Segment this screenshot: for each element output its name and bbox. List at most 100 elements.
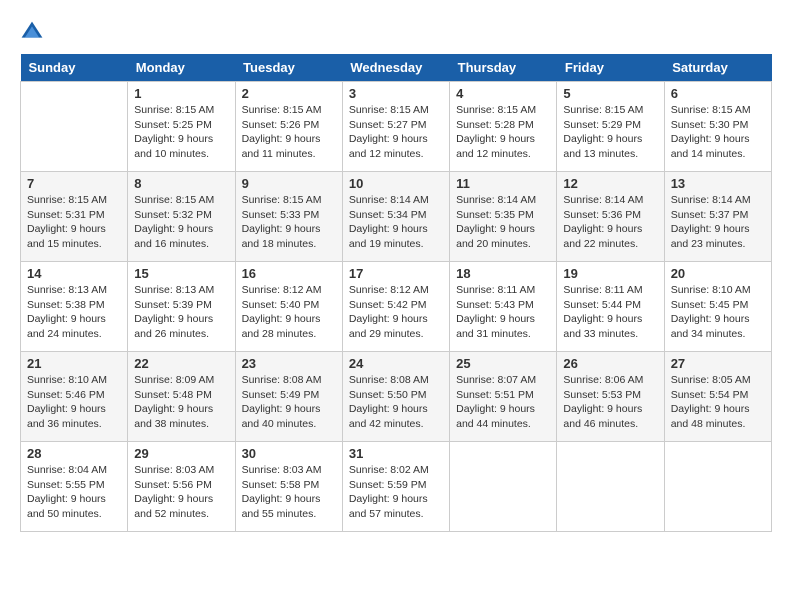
day-info: Sunrise: 8:04 AM Sunset: 5:55 PM Dayligh… [27,463,121,522]
day-info: Sunrise: 8:14 AM Sunset: 5:36 PM Dayligh… [563,193,657,252]
day-info: Sunrise: 8:03 AM Sunset: 5:56 PM Dayligh… [134,463,228,522]
logo [20,20,48,44]
weekday-header: Thursday [450,54,557,82]
calendar-cell: 15 Sunrise: 8:13 AM Sunset: 5:39 PM Dayli… [128,262,235,352]
day-number: 11 [456,176,550,191]
calendar-cell [450,442,557,532]
calendar-cell: 18Sunrise: 8:11 AM Sunset: 5:43 PM Dayli… [450,262,557,352]
day-number: 25 [456,356,550,371]
calendar-week-row: 1 Sunrise: 8:15 AM Sunset: 5:25 PM Daylig… [21,82,772,172]
calendar-week-row: 28Sunrise: 8:04 AM Sunset: 5:55 PM Dayli… [21,442,772,532]
calendar-cell: 1 Sunrise: 8:15 AM Sunset: 5:25 PM Daylig… [128,82,235,172]
weekday-header-row: SundayMondayTuesdayWednesdayThursdayFrid… [21,54,772,82]
calendar-cell: 5 Sunrise: 8:15 AM Sunset: 5:29 PM Daylig… [557,82,664,172]
calendar-cell: 3 Sunrise: 8:15 AM Sunset: 5:27 PM Daylig… [342,82,449,172]
day-number: 24 [349,356,443,371]
day-number: 16 [242,266,336,281]
day-number: 30 [242,446,336,461]
calendar-week-row: 21 Sunrise: 8:10 AM Sunset: 5:46 PM Dayli… [21,352,772,442]
day-info: Sunrise: 8:14 AM Sunset: 5:37 PM Dayligh… [671,193,765,252]
day-info: Sunrise: 8:15 AM Sunset: 5:25 PM Dayligh… [134,103,228,162]
calendar-cell: 22 Sunrise: 8:09 AM Sunset: 5:48 PM Dayli… [128,352,235,442]
day-info: Sunrise: 8:09 AM Sunset: 5:48 PM Dayligh… [134,373,228,432]
calendar-cell: 2 Sunrise: 8:15 AM Sunset: 5:26 PM Daylig… [235,82,342,172]
calendar-cell: 27 Sunrise: 8:05 AM Sunset: 5:54 PM Dayli… [664,352,771,442]
day-info: Sunrise: 8:15 AM Sunset: 5:31 PM Dayligh… [27,193,121,252]
day-number: 7 [27,176,121,191]
calendar-cell: 17Sunrise: 8:12 AM Sunset: 5:42 PM Dayli… [342,262,449,352]
day-info: Sunrise: 8:14 AM Sunset: 5:34 PM Dayligh… [349,193,443,252]
day-number: 22 [134,356,228,371]
calendar-cell [557,442,664,532]
day-info: Sunrise: 8:10 AM Sunset: 5:45 PM Dayligh… [671,283,765,342]
day-number: 19 [563,266,657,281]
day-info: Sunrise: 8:13 AM Sunset: 5:38 PM Dayligh… [27,283,121,342]
day-info: Sunrise: 8:15 AM Sunset: 5:27 PM Dayligh… [349,103,443,162]
day-number: 15 [134,266,228,281]
day-info: Sunrise: 8:07 AM Sunset: 5:51 PM Dayligh… [456,373,550,432]
weekday-header: Tuesday [235,54,342,82]
calendar-cell: 30 Sunrise: 8:03 AM Sunset: 5:58 PM Dayli… [235,442,342,532]
day-number: 6 [671,86,765,101]
logo-icon [20,20,44,44]
day-info: Sunrise: 8:13 AM Sunset: 5:39 PM Dayligh… [134,283,228,342]
day-number: 4 [456,86,550,101]
day-number: 23 [242,356,336,371]
calendar-cell: 10 Sunrise: 8:14 AM Sunset: 5:34 PM Dayli… [342,172,449,262]
weekday-header: Wednesday [342,54,449,82]
calendar-cell [664,442,771,532]
day-info: Sunrise: 8:11 AM Sunset: 5:44 PM Dayligh… [563,283,657,342]
calendar-cell: 26 Sunrise: 8:06 AM Sunset: 5:53 PM Dayli… [557,352,664,442]
weekday-header: Sunday [21,54,128,82]
calendar-cell: 16 Sunrise: 8:12 AM Sunset: 5:40 PM Dayli… [235,262,342,352]
day-number: 18 [456,266,550,281]
weekday-header: Friday [557,54,664,82]
day-info: Sunrise: 8:08 AM Sunset: 5:50 PM Dayligh… [349,373,443,432]
day-number: 2 [242,86,336,101]
calendar-cell: 20 Sunrise: 8:10 AM Sunset: 5:45 PM Dayli… [664,262,771,352]
day-number: 14 [27,266,121,281]
calendar-cell: 4 Sunrise: 8:15 AM Sunset: 5:28 PM Daylig… [450,82,557,172]
calendar-cell: 24 Sunrise: 8:08 AM Sunset: 5:50 PM Dayli… [342,352,449,442]
weekday-header: Saturday [664,54,771,82]
day-info: Sunrise: 8:06 AM Sunset: 5:53 PM Dayligh… [563,373,657,432]
calendar-cell: 21 Sunrise: 8:10 AM Sunset: 5:46 PM Dayli… [21,352,128,442]
day-info: Sunrise: 8:15 AM Sunset: 5:29 PM Dayligh… [563,103,657,162]
day-info: Sunrise: 8:15 AM Sunset: 5:30 PM Dayligh… [671,103,765,162]
day-number: 1 [134,86,228,101]
day-number: 26 [563,356,657,371]
calendar-table: SundayMondayTuesdayWednesdayThursdayFrid… [20,54,772,532]
day-number: 5 [563,86,657,101]
day-number: 27 [671,356,765,371]
day-number: 13 [671,176,765,191]
calendar-cell: 13 Sunrise: 8:14 AM Sunset: 5:37 PM Dayli… [664,172,771,262]
day-number: 10 [349,176,443,191]
calendar-cell: 9Sunrise: 8:15 AM Sunset: 5:33 PM Daylig… [235,172,342,262]
day-number: 21 [27,356,121,371]
calendar-cell: 7 Sunrise: 8:15 AM Sunset: 5:31 PM Daylig… [21,172,128,262]
header [20,20,772,44]
day-number: 12 [563,176,657,191]
calendar-week-row: 14 Sunrise: 8:13 AM Sunset: 5:38 PM Dayli… [21,262,772,352]
calendar-cell: 28Sunrise: 8:04 AM Sunset: 5:55 PM Dayli… [21,442,128,532]
day-info: Sunrise: 8:05 AM Sunset: 5:54 PM Dayligh… [671,373,765,432]
day-number: 31 [349,446,443,461]
calendar-cell: 29 Sunrise: 8:03 AM Sunset: 5:56 PM Dayli… [128,442,235,532]
calendar-cell: 14 Sunrise: 8:13 AM Sunset: 5:38 PM Dayli… [21,262,128,352]
day-number: 29 [134,446,228,461]
calendar-cell: 25 Sunrise: 8:07 AM Sunset: 5:51 PM Dayli… [450,352,557,442]
day-number: 20 [671,266,765,281]
day-info: Sunrise: 8:08 AM Sunset: 5:49 PM Dayligh… [242,373,336,432]
calendar-cell [21,82,128,172]
day-info: Sunrise: 8:15 AM Sunset: 5:26 PM Dayligh… [242,103,336,162]
calendar-cell: 19 Sunrise: 8:11 AM Sunset: 5:44 PM Dayli… [557,262,664,352]
day-info: Sunrise: 8:12 AM Sunset: 5:40 PM Dayligh… [242,283,336,342]
calendar-cell: 11Sunrise: 8:14 AM Sunset: 5:35 PM Dayli… [450,172,557,262]
day-info: Sunrise: 8:10 AM Sunset: 5:46 PM Dayligh… [27,373,121,432]
day-number: 3 [349,86,443,101]
day-info: Sunrise: 8:15 AM Sunset: 5:32 PM Dayligh… [134,193,228,252]
day-info: Sunrise: 8:03 AM Sunset: 5:58 PM Dayligh… [242,463,336,522]
day-info: Sunrise: 8:12 AM Sunset: 5:42 PM Dayligh… [349,283,443,342]
day-info: Sunrise: 8:02 AM Sunset: 5:59 PM Dayligh… [349,463,443,522]
day-info: Sunrise: 8:15 AM Sunset: 5:28 PM Dayligh… [456,103,550,162]
